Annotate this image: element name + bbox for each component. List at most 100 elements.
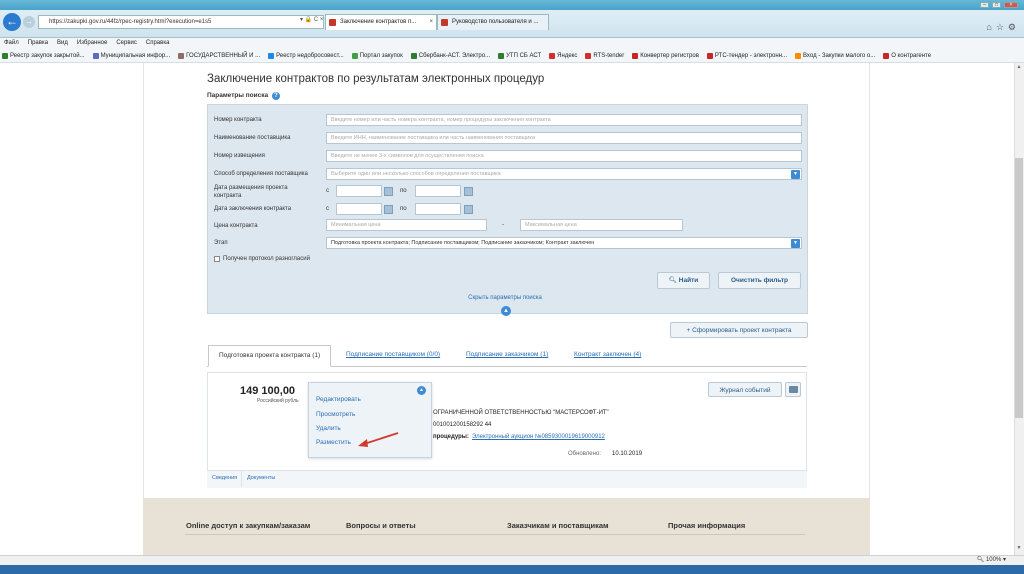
clear-filter-button[interactable]: Очистить фильтр [718, 272, 801, 289]
favorite-link[interactable]: Сбербанк-АСТ. Электро... [410, 49, 491, 62]
menu-tools[interactable]: Сервис [116, 38, 137, 49]
back-arrow-icon[interactable]: ← [3, 13, 21, 31]
favorite-link[interactable]: Портал закупок [351, 49, 403, 62]
conclusion-date-to-input[interactable] [415, 203, 461, 215]
plus-icon: + [686, 327, 691, 334]
price-min-input[interactable]: Минимальная цена [326, 219, 487, 231]
address-actions[interactable]: ▾ 🔒 C × [300, 16, 323, 23]
settings-gear-icon[interactable]: ⚙ [1008, 22, 1016, 33]
favorite-link[interactable]: RTS-tender [585, 49, 624, 62]
collapse-menu-icon[interactable]: ▲ [417, 386, 426, 395]
calendar-icon[interactable] [464, 205, 473, 214]
maximize-icon[interactable]: □ [992, 2, 1001, 8]
chevron-down-icon[interactable]: ▼ [791, 239, 800, 248]
help-icon[interactable]: ? [272, 92, 280, 100]
favorite-link[interactable]: О контрагенте [883, 49, 931, 62]
chevron-down-icon[interactable]: ▼ [791, 170, 800, 179]
procedure-label: процедуры: [433, 434, 469, 440]
footer-col-other-info[interactable]: Прочая информация [668, 521, 745, 530]
calendar-icon[interactable] [464, 187, 473, 196]
footer-col-online-access[interactable]: Online доступ к закупкам/заказам [186, 521, 310, 530]
zoom-level[interactable]: 🔍︎ 100% ▾ [977, 556, 1006, 563]
printer-icon [789, 386, 798, 393]
updated-date: 10.10.2019 [612, 451, 643, 457]
draft-date-to-input[interactable] [415, 185, 461, 197]
calendar-icon[interactable] [384, 187, 393, 196]
favorite-link[interactable]: Муниципальная инфор... [92, 49, 171, 62]
supplier-method-select[interactable]: Выберите один или несколько способов опр… [326, 168, 802, 180]
close-icon[interactable]: × [1004, 2, 1018, 8]
conclusion-date-from-label: с [326, 206, 329, 212]
footer-col-customers-suppliers[interactable]: Заказчикам и поставщикам [507, 521, 609, 530]
tab-close-icon[interactable]: × [429, 15, 433, 30]
favorite-link[interactable]: Реестр недобросовест... [268, 49, 344, 62]
favicon-icon [795, 52, 801, 59]
favorite-link[interactable]: ГОСУДАРСТВЕННЫЙ И ... [178, 49, 260, 62]
favorite-label: Муниципальная инфор... [100, 52, 171, 59]
notice-number-input[interactable]: Введите не менее 3-х символов для осущес… [326, 150, 802, 162]
favorite-label: ГОСУДАРСТВЕННЫЙ И ... [186, 52, 261, 59]
address-bar[interactable]: https://zakupki.gov.ru/44fz/rpec-registr… [38, 15, 324, 29]
hide-search-params-link[interactable]: Скрыть параметры поиска [430, 295, 580, 301]
form-contract-button[interactable]: + Сформировать проект контракта [670, 322, 808, 338]
browser-tab-active[interactable]: Заключение контрактов п... × [325, 14, 437, 30]
menu-file[interactable]: Файл [4, 38, 19, 49]
favorite-link[interactable]: РТС-тендер - электронн... [706, 49, 787, 62]
tab-supplier-signing[interactable]: Подписание поставщиком (0/0) [336, 345, 450, 367]
menu-view[interactable]: Вид [57, 38, 68, 49]
card-tab-divider [241, 471, 242, 487]
form-contract-label: Сформировать проект контракта [692, 327, 792, 334]
tab-draft-preparation[interactable]: Подготовка проекта контракта (1) [208, 345, 332, 367]
menu-item-edit[interactable]: Редактировать [316, 396, 361, 403]
tab-customer-signing[interactable]: Подписание заказчиком (1) [456, 345, 558, 367]
favorite-link[interactable]: Вход - Закупки малого о... [795, 49, 875, 62]
menu-edit[interactable]: Правка [28, 38, 48, 49]
scroll-down-icon[interactable]: ▼ [1015, 545, 1023, 553]
scroll-up-icon[interactable]: ▲ [1015, 64, 1023, 72]
procedure-link[interactable]: Электронный аукцион №0859300019619000912 [472, 434, 605, 440]
collapse-up-icon[interactable]: ▲ [501, 306, 511, 316]
conclusion-date-from-input[interactable] [336, 203, 382, 215]
supplier-name-input[interactable]: Введите ИНН, наименование поставщика или… [326, 132, 802, 144]
favorite-link[interactable]: Конвертер регистров [632, 49, 699, 62]
favorites-star-icon[interactable]: ☆ [996, 22, 1004, 33]
print-button[interactable] [785, 382, 801, 397]
tab-contract-concluded[interactable]: Контракт заключен (4) [564, 345, 651, 367]
status-bar [0, 555, 1024, 565]
favorite-link[interactable]: Яндекс [549, 49, 577, 62]
stage-select[interactable]: Подготовка проекта контракта; Подписание… [326, 237, 802, 249]
price-label: Цена контракта [214, 223, 258, 229]
event-log-button[interactable]: Журнал событий [708, 382, 782, 397]
menu-favorites[interactable]: Избранное [77, 38, 107, 49]
favicon-icon [585, 52, 592, 59]
card-tab-details[interactable]: Сведения [212, 475, 237, 481]
contract-number-input[interactable]: Введите номер или часть номера контракта… [326, 114, 802, 126]
menu-item-delete[interactable]: Удалить [316, 425, 341, 432]
minimize-icon[interactable]: – [980, 2, 989, 8]
footer-divider [185, 534, 805, 535]
browser-tab[interactable]: Руководство пользователя и ... [437, 14, 549, 30]
favicon-icon [498, 52, 505, 59]
favorite-label: Сбербанк-АСТ. Электро... [418, 52, 491, 59]
menu-item-publish[interactable]: Разместить [316, 439, 351, 446]
draft-date-from-label: с [326, 188, 329, 194]
updated-label: Обновлено: [568, 451, 601, 457]
card-tab-documents[interactable]: Документы [247, 475, 275, 481]
forward-arrow-icon[interactable]: → [23, 16, 35, 28]
menu-item-view[interactable]: Просмотреть [316, 411, 355, 418]
favorite-link[interactable]: Реестр закупок закрытой... [2, 49, 85, 62]
favorite-label: Яндекс [557, 52, 578, 59]
menu-help[interactable]: Справка [146, 38, 170, 49]
footer-col-faq[interactable]: Вопросы и ответы [346, 521, 416, 530]
favorite-link[interactable]: УТП СБ АСТ [498, 49, 541, 62]
find-button[interactable]: 🔍︎ Найти [657, 272, 710, 289]
price-max-input[interactable]: Максимальная цена [520, 219, 683, 231]
favicon-icon [351, 52, 358, 59]
calendar-icon[interactable] [384, 205, 393, 214]
disagreement-checkbox[interactable] [214, 256, 220, 262]
home-icon[interactable]: ⌂ [986, 22, 991, 33]
draft-date-from-input[interactable] [336, 185, 382, 197]
scrollbar-thumb[interactable] [1015, 158, 1023, 418]
supplier-name-label: Наименование поставщика [214, 135, 291, 141]
tab-label: Заключение контрактов п... [340, 19, 417, 25]
